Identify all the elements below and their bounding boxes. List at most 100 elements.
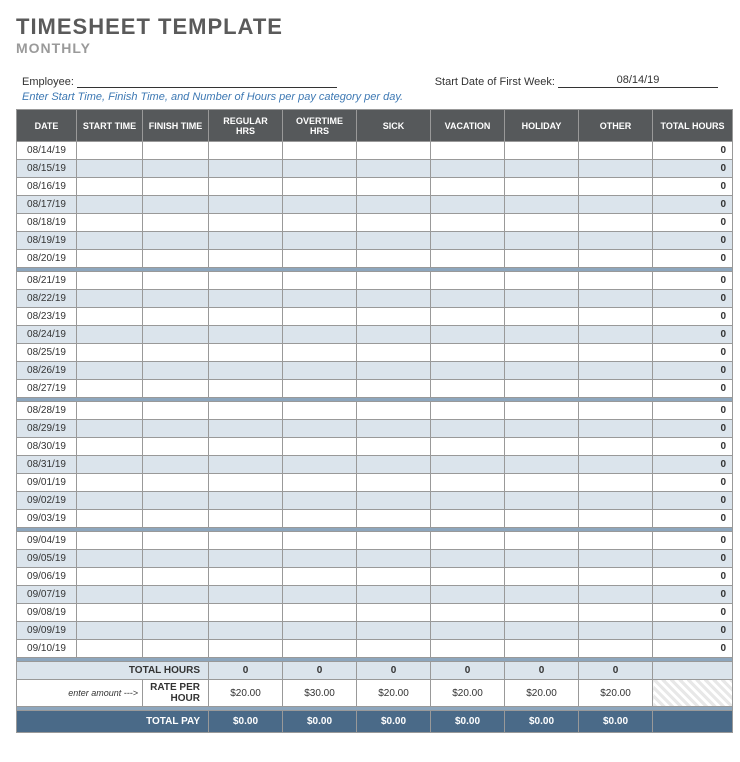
cell-input[interactable] [431, 622, 505, 640]
cell-input[interactable] [209, 402, 283, 420]
cell-input[interactable] [357, 344, 431, 362]
cell-input[interactable] [505, 420, 579, 438]
cell-input[interactable] [579, 550, 653, 568]
cell-input[interactable] [143, 178, 209, 196]
cell-input[interactable] [143, 232, 209, 250]
cell-input[interactable] [77, 568, 143, 586]
cell-input[interactable] [143, 362, 209, 380]
cell-input[interactable] [579, 622, 653, 640]
cell-input[interactable] [143, 550, 209, 568]
cell-input[interactable] [77, 532, 143, 550]
cell-input[interactable] [357, 272, 431, 290]
cell-input[interactable] [209, 272, 283, 290]
cell-input[interactable] [77, 160, 143, 178]
cell-input[interactable] [209, 196, 283, 214]
cell-input[interactable] [431, 640, 505, 658]
cell-input[interactable] [357, 380, 431, 398]
cell-input[interactable] [505, 326, 579, 344]
cell-input[interactable] [579, 326, 653, 344]
cell-input[interactable] [143, 214, 209, 232]
cell-input[interactable] [431, 604, 505, 622]
cell-input[interactable] [283, 532, 357, 550]
cell-input[interactable] [357, 142, 431, 160]
cell-input[interactable] [579, 532, 653, 550]
cell-input[interactable] [77, 326, 143, 344]
cell-input[interactable] [357, 568, 431, 586]
cell-input[interactable] [77, 362, 143, 380]
cell-input[interactable] [579, 420, 653, 438]
cell-input[interactable] [431, 568, 505, 586]
cell-input[interactable] [77, 492, 143, 510]
cell-input[interactable] [431, 586, 505, 604]
cell-input[interactable] [77, 402, 143, 420]
startdate-field[interactable]: 08/14/19 [558, 74, 718, 88]
cell-input[interactable] [209, 438, 283, 456]
cell-input[interactable] [283, 622, 357, 640]
cell-input[interactable] [505, 550, 579, 568]
cell-input[interactable] [283, 160, 357, 178]
cell-input[interactable] [431, 380, 505, 398]
cell-input[interactable] [283, 474, 357, 492]
cell-input[interactable] [283, 142, 357, 160]
cell-input[interactable] [579, 402, 653, 420]
cell-input[interactable] [505, 214, 579, 232]
cell-input[interactable] [357, 326, 431, 344]
cell-input[interactable] [505, 438, 579, 456]
cell-input[interactable] [283, 362, 357, 380]
cell-input[interactable] [143, 532, 209, 550]
cell-input[interactable] [505, 532, 579, 550]
cell-input[interactable] [431, 272, 505, 290]
cell-input[interactable] [431, 290, 505, 308]
cell-input[interactable] [579, 344, 653, 362]
cell-input[interactable] [143, 438, 209, 456]
cell-input[interactable] [77, 272, 143, 290]
cell-input[interactable] [283, 178, 357, 196]
cell-input[interactable] [209, 532, 283, 550]
cell-input[interactable] [77, 550, 143, 568]
cell-input[interactable] [579, 196, 653, 214]
cell-input[interactable] [143, 402, 209, 420]
cell-input[interactable] [579, 586, 653, 604]
cell-input[interactable] [431, 160, 505, 178]
cell-input[interactable] [143, 640, 209, 658]
cell-input[interactable] [209, 214, 283, 232]
cell-input[interactable] [357, 604, 431, 622]
cell-input[interactable] [505, 568, 579, 586]
cell-input[interactable] [579, 272, 653, 290]
cell-input[interactable] [579, 640, 653, 658]
cell-input[interactable] [357, 420, 431, 438]
cell-input[interactable] [209, 308, 283, 326]
cell-input[interactable] [209, 232, 283, 250]
cell-input[interactable] [77, 290, 143, 308]
cell-input[interactable] [579, 178, 653, 196]
cell-input[interactable] [77, 510, 143, 528]
cell-input[interactable] [431, 550, 505, 568]
cell-input[interactable] [209, 604, 283, 622]
cell-input[interactable] [77, 380, 143, 398]
cell-input[interactable] [357, 586, 431, 604]
cell-input[interactable] [209, 326, 283, 344]
cell-input[interactable] [143, 456, 209, 474]
cell-input[interactable] [209, 550, 283, 568]
cell-input[interactable] [431, 532, 505, 550]
cell-input[interactable] [143, 622, 209, 640]
cell-input[interactable] [505, 604, 579, 622]
cell-input[interactable] [431, 402, 505, 420]
cell-input[interactable] [505, 196, 579, 214]
cell-input[interactable] [143, 142, 209, 160]
cell-input[interactable] [209, 420, 283, 438]
cell-input[interactable] [283, 586, 357, 604]
cell-input[interactable] [431, 474, 505, 492]
cell-input[interactable] [283, 250, 357, 268]
cell-input[interactable] [431, 456, 505, 474]
cell-input[interactable] [505, 640, 579, 658]
cell-input[interactable] [357, 532, 431, 550]
cell-input[interactable] [209, 380, 283, 398]
cell-input[interactable] [579, 492, 653, 510]
cell-input[interactable] [357, 214, 431, 232]
cell-input[interactable] [283, 640, 357, 658]
cell-input[interactable] [579, 290, 653, 308]
cell-input[interactable] [505, 380, 579, 398]
cell-input[interactable] [431, 232, 505, 250]
cell-input[interactable] [283, 344, 357, 362]
